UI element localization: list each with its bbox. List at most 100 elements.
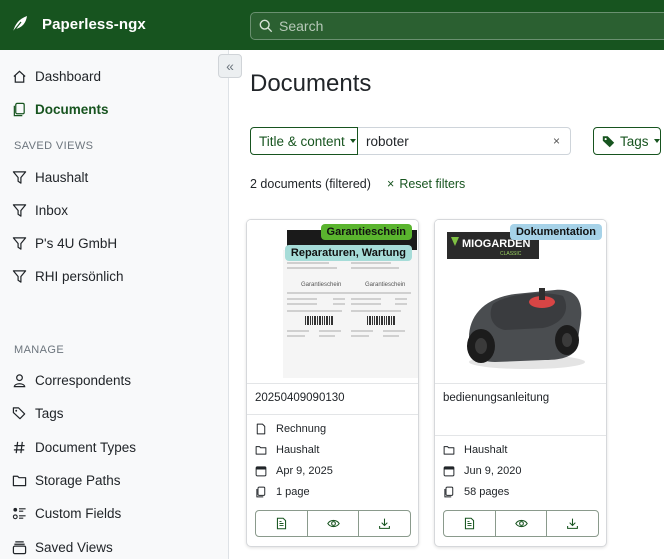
storage-path-label: Haushalt bbox=[276, 444, 320, 456]
folder-icon bbox=[255, 446, 267, 455]
sidebar-item-custom-fields[interactable]: Custom Fields bbox=[12, 500, 121, 526]
receipt-heading-right: Garantieschein bbox=[365, 282, 405, 288]
sidebar-item-ps-4u-gmbh[interactable]: P's 4U GmbH bbox=[12, 230, 117, 256]
download-button[interactable] bbox=[547, 511, 598, 536]
document-type-label: Rechnung bbox=[276, 423, 327, 435]
preview-button[interactable] bbox=[308, 511, 360, 536]
open-details-button[interactable] bbox=[256, 511, 308, 536]
global-search[interactable] bbox=[250, 12, 664, 40]
caret-down-icon bbox=[653, 139, 660, 143]
house-icon bbox=[13, 70, 26, 83]
funnel-icon bbox=[12, 203, 27, 217]
brand[interactable]: Paperless-ngx bbox=[10, 14, 146, 34]
eye-icon bbox=[514, 519, 528, 528]
funnel-icon bbox=[12, 170, 27, 184]
filter-field-dropdown[interactable]: Title & content bbox=[250, 127, 358, 155]
search-input[interactable] bbox=[279, 16, 659, 36]
page-count: 1 page bbox=[255, 483, 310, 501]
sidebar-collapse-button[interactable]: « bbox=[218, 54, 242, 78]
document-type[interactable]: Rechnung bbox=[255, 420, 326, 438]
sidebar: Dashboard Documents SAVED VIEWS Haushalt… bbox=[0, 50, 229, 559]
sidebar-item-label: Document Types bbox=[35, 439, 137, 455]
sidebar-item-tags[interactable]: Tags bbox=[12, 400, 64, 426]
sidebar-item-label: Custom Fields bbox=[35, 505, 122, 521]
tag-badge[interactable]: Garantieschein bbox=[320, 224, 412, 240]
sidebar-item-storage-paths[interactable]: Storage Paths bbox=[12, 467, 121, 493]
page-count-label: 1 page bbox=[276, 486, 310, 498]
tags-filter-label: Tags bbox=[620, 133, 649, 149]
tag-badge[interactable]: Reparaturen, Wartung bbox=[284, 245, 412, 261]
calendar-icon bbox=[255, 466, 267, 477]
sidebar-item-label: Haushalt bbox=[35, 169, 89, 185]
storage-path[interactable]: Haushalt bbox=[443, 441, 507, 459]
hash-icon bbox=[13, 441, 25, 453]
tags-icon bbox=[12, 406, 26, 419]
open-details-button[interactable] bbox=[444, 511, 496, 536]
receipt-heading-left: Garantieschein bbox=[301, 282, 341, 288]
sidebar-item-inbox[interactable]: Inbox bbox=[12, 197, 68, 223]
page-count-label: 58 pages bbox=[464, 486, 510, 498]
document-title: bedienungsanleitung bbox=[443, 392, 550, 404]
clear-query-icon[interactable]: × bbox=[553, 134, 560, 148]
filter-field-label: Title & content bbox=[259, 133, 345, 149]
divider bbox=[435, 435, 606, 436]
sidebar-item-dashboard[interactable]: Dashboard bbox=[12, 63, 101, 89]
preview-button[interactable] bbox=[496, 511, 548, 536]
sidebar-item-label: Inbox bbox=[35, 202, 69, 218]
mower-preview-image: MIOGARDEN CLASSIC bbox=[435, 220, 606, 383]
sidebar-item-label: Documents bbox=[35, 101, 109, 117]
divider bbox=[247, 414, 418, 415]
document-card[interactable]: Garantieschein Garantieschein Garantiesc… bbox=[246, 219, 419, 547]
tags-filter-dropdown[interactable]: Tags bbox=[593, 127, 661, 155]
search-icon bbox=[259, 19, 273, 33]
files-icon bbox=[256, 486, 266, 498]
document-date-label: Apr 9, 2025 bbox=[276, 465, 333, 477]
page-title: Documents bbox=[250, 70, 372, 97]
sidebar-item-saved-views[interactable]: Saved Views bbox=[12, 534, 113, 559]
person-icon bbox=[13, 373, 26, 387]
files-icon bbox=[444, 486, 454, 498]
calendar-icon bbox=[443, 466, 455, 477]
storage-path[interactable]: Haushalt bbox=[255, 441, 319, 459]
leaf-logo-icon bbox=[12, 16, 27, 33]
sidebar-item-correspondents[interactable]: Correspondents bbox=[12, 367, 131, 393]
tag-icon bbox=[602, 135, 615, 147]
sidebar-item-label: Saved Views bbox=[35, 539, 113, 555]
top-navbar: Paperless-ngx bbox=[0, 0, 664, 50]
files-icon bbox=[13, 102, 25, 116]
sidebar-item-documents[interactable]: Documents bbox=[12, 96, 109, 122]
document-date-label: Jun 9, 2020 bbox=[464, 465, 522, 477]
caret-down-icon bbox=[349, 139, 356, 143]
download-button[interactable] bbox=[359, 511, 410, 536]
document-card[interactable]: MIOGARDEN CLASSIC Dokumentation bedienun… bbox=[434, 219, 607, 547]
sidebar-item-document-types[interactable]: Document Types bbox=[12, 434, 136, 460]
download-icon bbox=[567, 518, 579, 529]
sidebar-item-label: Correspondents bbox=[35, 372, 132, 388]
sidebar-item-rhi-persoenlich[interactable]: RHI persönlich bbox=[12, 263, 124, 289]
sidebar-item-label: Dashboard bbox=[35, 68, 102, 84]
document-date: Jun 9, 2020 bbox=[443, 462, 522, 480]
download-icon bbox=[379, 518, 391, 529]
ui-radios-icon bbox=[12, 507, 26, 519]
card-actions bbox=[443, 510, 599, 537]
tag-badge[interactable]: Dokumentation bbox=[509, 224, 602, 240]
storage-path-label: Haushalt bbox=[464, 444, 508, 456]
file-text-icon bbox=[464, 517, 474, 530]
close-icon: × bbox=[387, 177, 395, 191]
sidebar-item-label: RHI persönlich bbox=[35, 268, 124, 284]
eye-icon bbox=[326, 519, 340, 528]
document-thumbnail[interactable]: MIOGARDEN CLASSIC bbox=[435, 220, 606, 384]
reset-filters-label: Reset filters bbox=[399, 177, 466, 191]
document-date: Apr 9, 2025 bbox=[255, 462, 333, 480]
logo-subtext: CLASSIC bbox=[500, 251, 522, 257]
filter-query-input[interactable]: roboter × bbox=[358, 127, 571, 155]
reset-filters-link[interactable]: × Reset filters bbox=[387, 177, 465, 191]
funnel-icon bbox=[12, 269, 27, 283]
sidebar-item-label: P's 4U GmbH bbox=[35, 235, 118, 251]
sidebar-item-label: Tags bbox=[35, 405, 64, 421]
sidebar-item-haushalt[interactable]: Haushalt bbox=[12, 164, 88, 190]
file-text-icon bbox=[276, 517, 286, 530]
document-title: 20250409090130 bbox=[255, 392, 345, 404]
document-count: 2 documents (filtered) bbox=[250, 177, 371, 191]
sidebar-item-label: Storage Paths bbox=[35, 472, 121, 488]
